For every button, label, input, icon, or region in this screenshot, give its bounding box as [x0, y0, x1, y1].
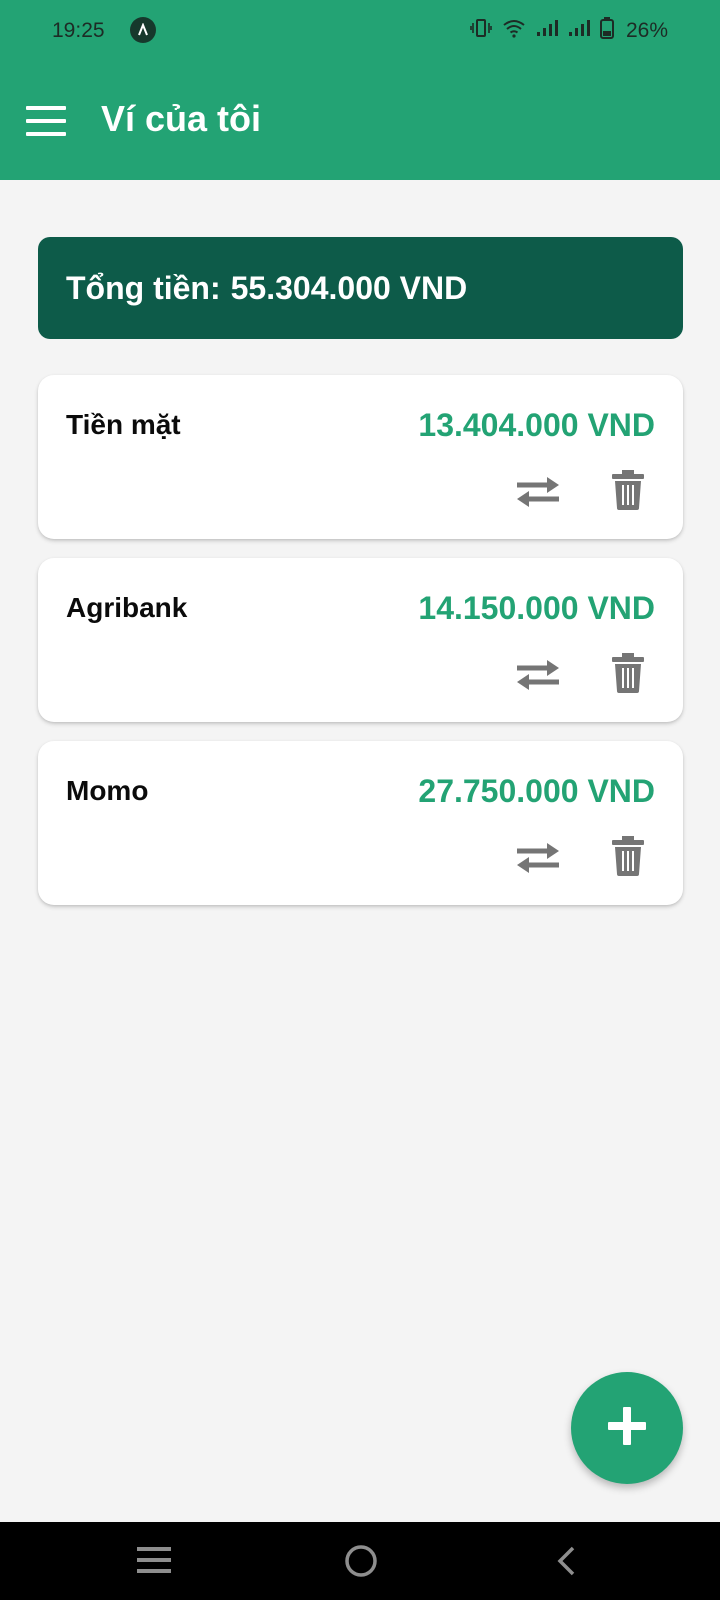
plus-icon	[608, 1406, 646, 1450]
wallet-card[interactable]: Momo 27.750.000 VND	[38, 741, 683, 905]
wallet-amount: 14.150.000 VND	[418, 590, 655, 626]
wallet-card[interactable]: Tiền mặt 13.404.000 VND	[38, 375, 683, 539]
page-title: Ví của tôi	[101, 98, 262, 139]
trash-icon[interactable]	[609, 469, 647, 511]
app-notification-icon	[130, 17, 156, 43]
status-bar: 19:25 26%	[0, 0, 720, 62]
wallet-amount: 27.750.000 VND	[418, 773, 655, 809]
battery-icon	[599, 17, 614, 45]
wallet-name: Agribank	[66, 592, 188, 623]
wallet-name: Tiền mặt	[66, 409, 181, 440]
wifi-icon	[502, 18, 526, 44]
transfer-arrows-icon[interactable]	[514, 656, 562, 692]
battery-percent: 26%	[625, 19, 668, 42]
status-time: 19:25	[52, 19, 105, 42]
signal-icon	[536, 18, 558, 44]
wallet-amount: 13.404.000 VND	[418, 407, 655, 443]
hamburger-menu-icon[interactable]	[26, 106, 66, 136]
back-icon[interactable]	[551, 1544, 585, 1578]
transfer-arrows-icon[interactable]	[514, 473, 562, 509]
wallet-card[interactable]: Agribank 14.150.000 VND	[38, 558, 683, 722]
trash-icon[interactable]	[609, 835, 647, 877]
total-balance-card: Tổng tiền: 55.304.000 VND	[38, 237, 683, 339]
total-value: 55.304.000 VND	[230, 269, 468, 306]
vibrate-icon	[470, 18, 492, 44]
status-icons: 26%	[470, 16, 668, 46]
transfer-arrows-icon[interactable]	[514, 839, 562, 875]
recent-apps-icon[interactable]	[137, 1544, 171, 1576]
home-icon[interactable]	[344, 1544, 378, 1578]
wallet-name: Momo	[66, 775, 149, 806]
total-label: Tổng tiền:	[66, 269, 221, 306]
signal-icon-2	[568, 18, 590, 44]
system-navigation-bar	[0, 1522, 720, 1600]
add-wallet-button[interactable]	[571, 1372, 683, 1484]
trash-icon[interactable]	[609, 652, 647, 694]
app-bar: 19:25 26% Ví của tôi	[0, 0, 720, 180]
